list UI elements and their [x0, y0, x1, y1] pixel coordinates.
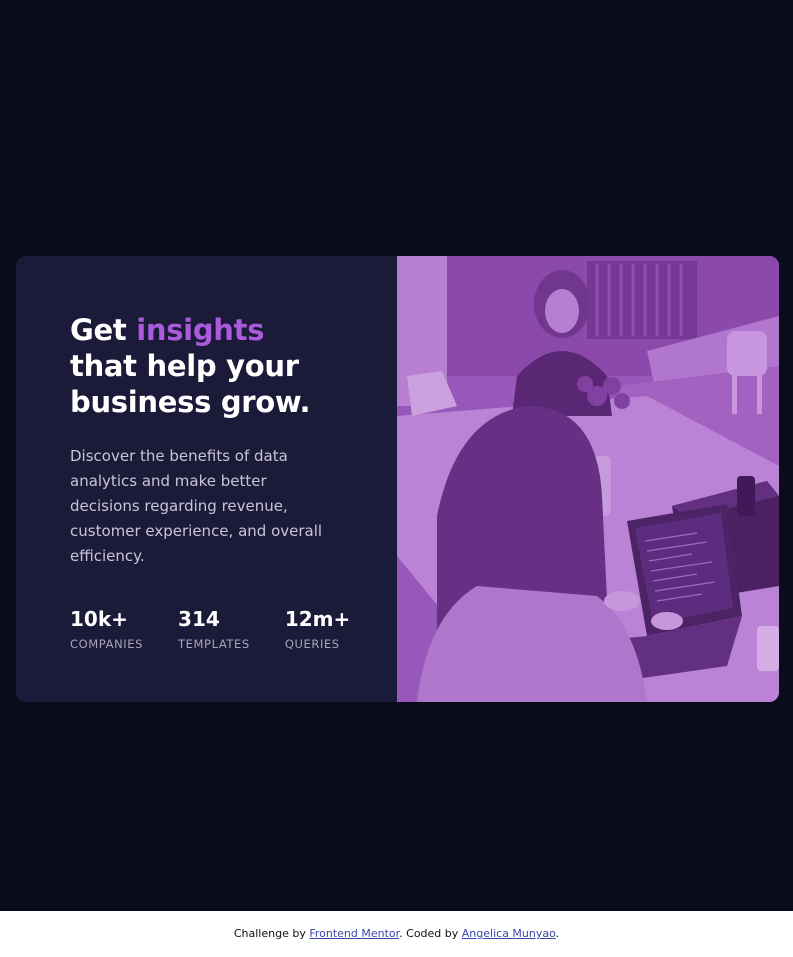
heading-text-start: Get	[70, 313, 137, 347]
card-heading: Get insights that help your business gro…	[70, 312, 340, 420]
stat-queries: 12m+ QUERIES	[285, 607, 350, 651]
stat-label: COMPANIES	[70, 637, 144, 651]
stat-label: QUERIES	[284, 637, 340, 651]
heading-accent-word: insights	[136, 313, 265, 347]
stat-value: 12m+	[284, 607, 351, 631]
team-working-photo	[397, 256, 779, 702]
stat-companies: 10k+ COMPANIES	[70, 607, 143, 651]
attribution-challenge-prefix: Challenge by	[233, 927, 310, 940]
stat-templates: 314 TEMPLATES	[178, 607, 250, 651]
stats-row: 10k+ COMPANIES 314 TEMPLATES 12m+ QUERIE…	[70, 607, 357, 651]
card-description: Discover the benefits of data analytics …	[70, 447, 323, 565]
author-link[interactable]: Angelica Munyao	[462, 927, 556, 940]
photo-illustration	[397, 256, 779, 702]
card-text-panel: Get insights that help your business gro…	[16, 256, 397, 702]
stat-value: 10k+	[70, 607, 128, 631]
frontend-mentor-link[interactable]: Frontend Mentor	[309, 927, 399, 940]
stats-preview-card: Get insights that help your business gro…	[16, 256, 779, 702]
stat-value: 314	[178, 607, 220, 631]
stat-label: TEMPLATES	[178, 637, 250, 651]
attribution-footer: Challenge by Frontend Mentor. Coded by A…	[0, 911, 793, 957]
attribution-suffix: .	[555, 927, 560, 940]
attribution-coded-prefix: . Coded by	[399, 927, 462, 940]
heading-text-end: that help your business grow.	[70, 349, 311, 419]
page-main: Get insights that help your business gro…	[0, 0, 793, 911]
